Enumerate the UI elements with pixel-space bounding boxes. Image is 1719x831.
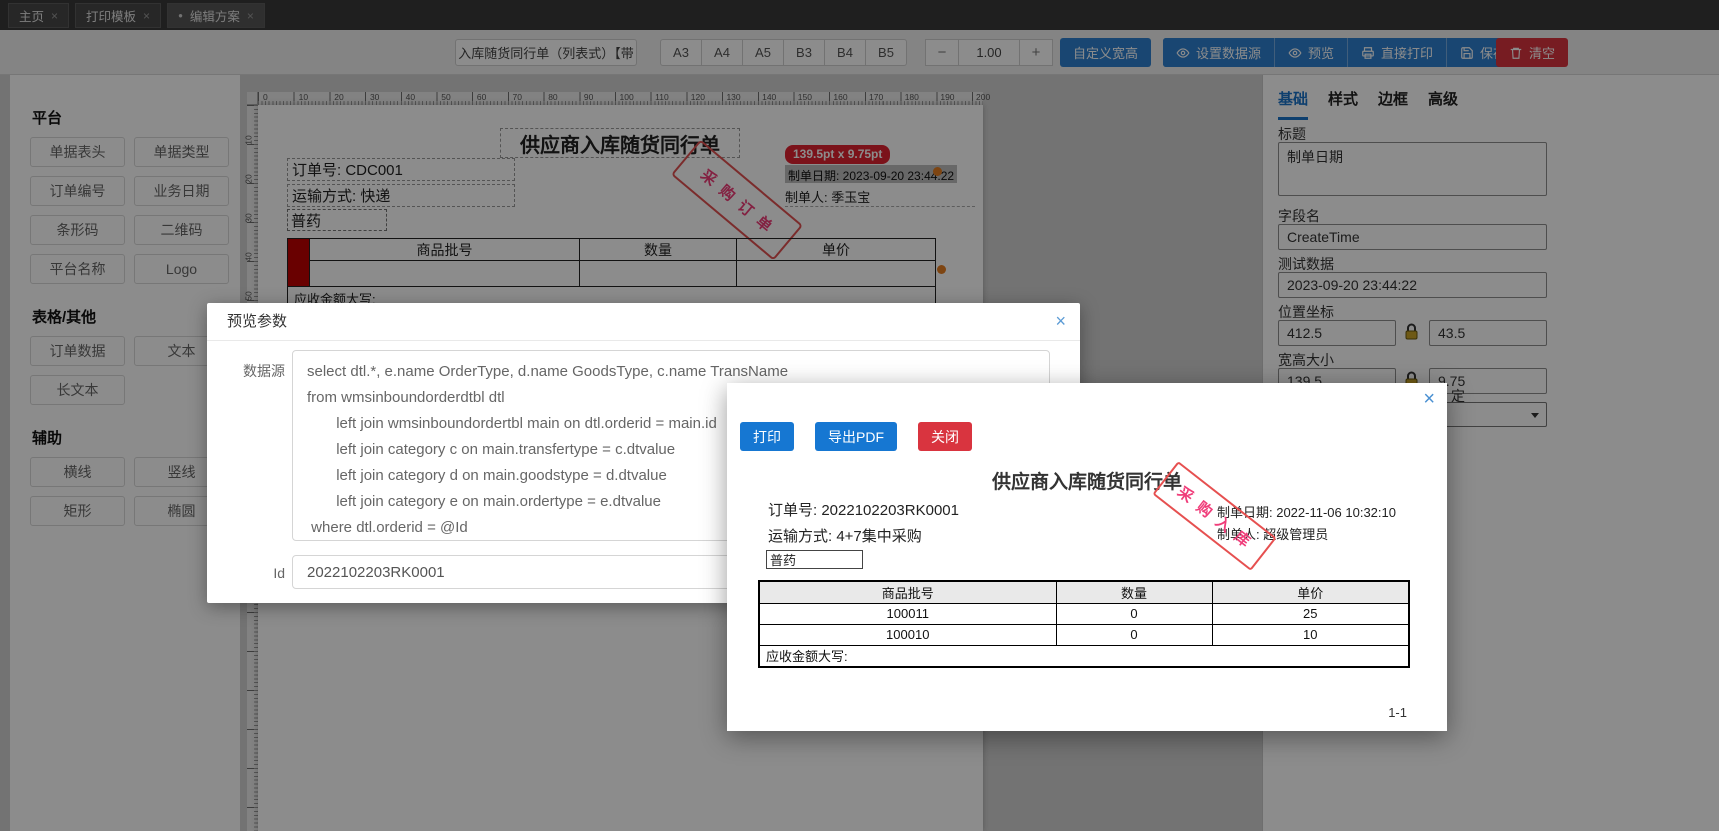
print-preview-modal: × 打印 导出PDF 关闭 供应商入库随货同行单 订单号: 2022102203… [727,383,1447,731]
preview-actions: 打印 导出PDF 关闭 [740,422,972,451]
preview-col-qty: 数量 [1055,580,1213,604]
close-icon[interactable]: × [1423,388,1435,411]
cell-price: 25 [1211,602,1410,625]
id-label: Id [273,565,285,581]
table-row: 100011 0 25 [758,602,1410,625]
table-row: 100010 0 10 [758,623,1410,646]
print-button[interactable]: 打印 [740,422,794,451]
close-icon[interactable]: × [1055,311,1066,331]
preview-col-batch: 商品批号 [758,580,1057,604]
modal-header: 预览参数 × [207,303,1080,341]
modal-title: 预览参数 [227,313,288,330]
preview-transport: 运输方式: 4+7集中采购 [768,528,922,545]
preview-drug-type: 普药 [766,550,863,569]
cell-batch: 100010 [758,623,1057,646]
preview-col-price: 单价 [1211,580,1410,604]
preview-footer-cell: 应收金额大写: [758,644,1410,668]
close-preview-button[interactable]: 关闭 [918,422,972,451]
cell-qty: 0 [1055,623,1213,646]
cell-qty: 0 [1055,602,1213,625]
page-number: 1-1 [1388,705,1407,720]
cell-batch: 100011 [758,602,1057,625]
export-pdf-button[interactable]: 导出PDF [815,422,897,451]
app-screen: 主页 × 打印模板 × ● 编辑方案 × 入库随货同行单（列表式）【带 A3 A… [0,0,1719,831]
preview-item-table: 商品批号 数量 单价 100011 0 25 100010 0 10 应收金额大… [758,580,1410,668]
cell-price: 10 [1211,623,1410,646]
preview-order-no: 订单号: 2022102203RK0001 [768,502,959,519]
datasource-label: 数据源 [243,363,285,379]
preview-doc-title: 供应商入库随货同行单 [991,472,1182,493]
